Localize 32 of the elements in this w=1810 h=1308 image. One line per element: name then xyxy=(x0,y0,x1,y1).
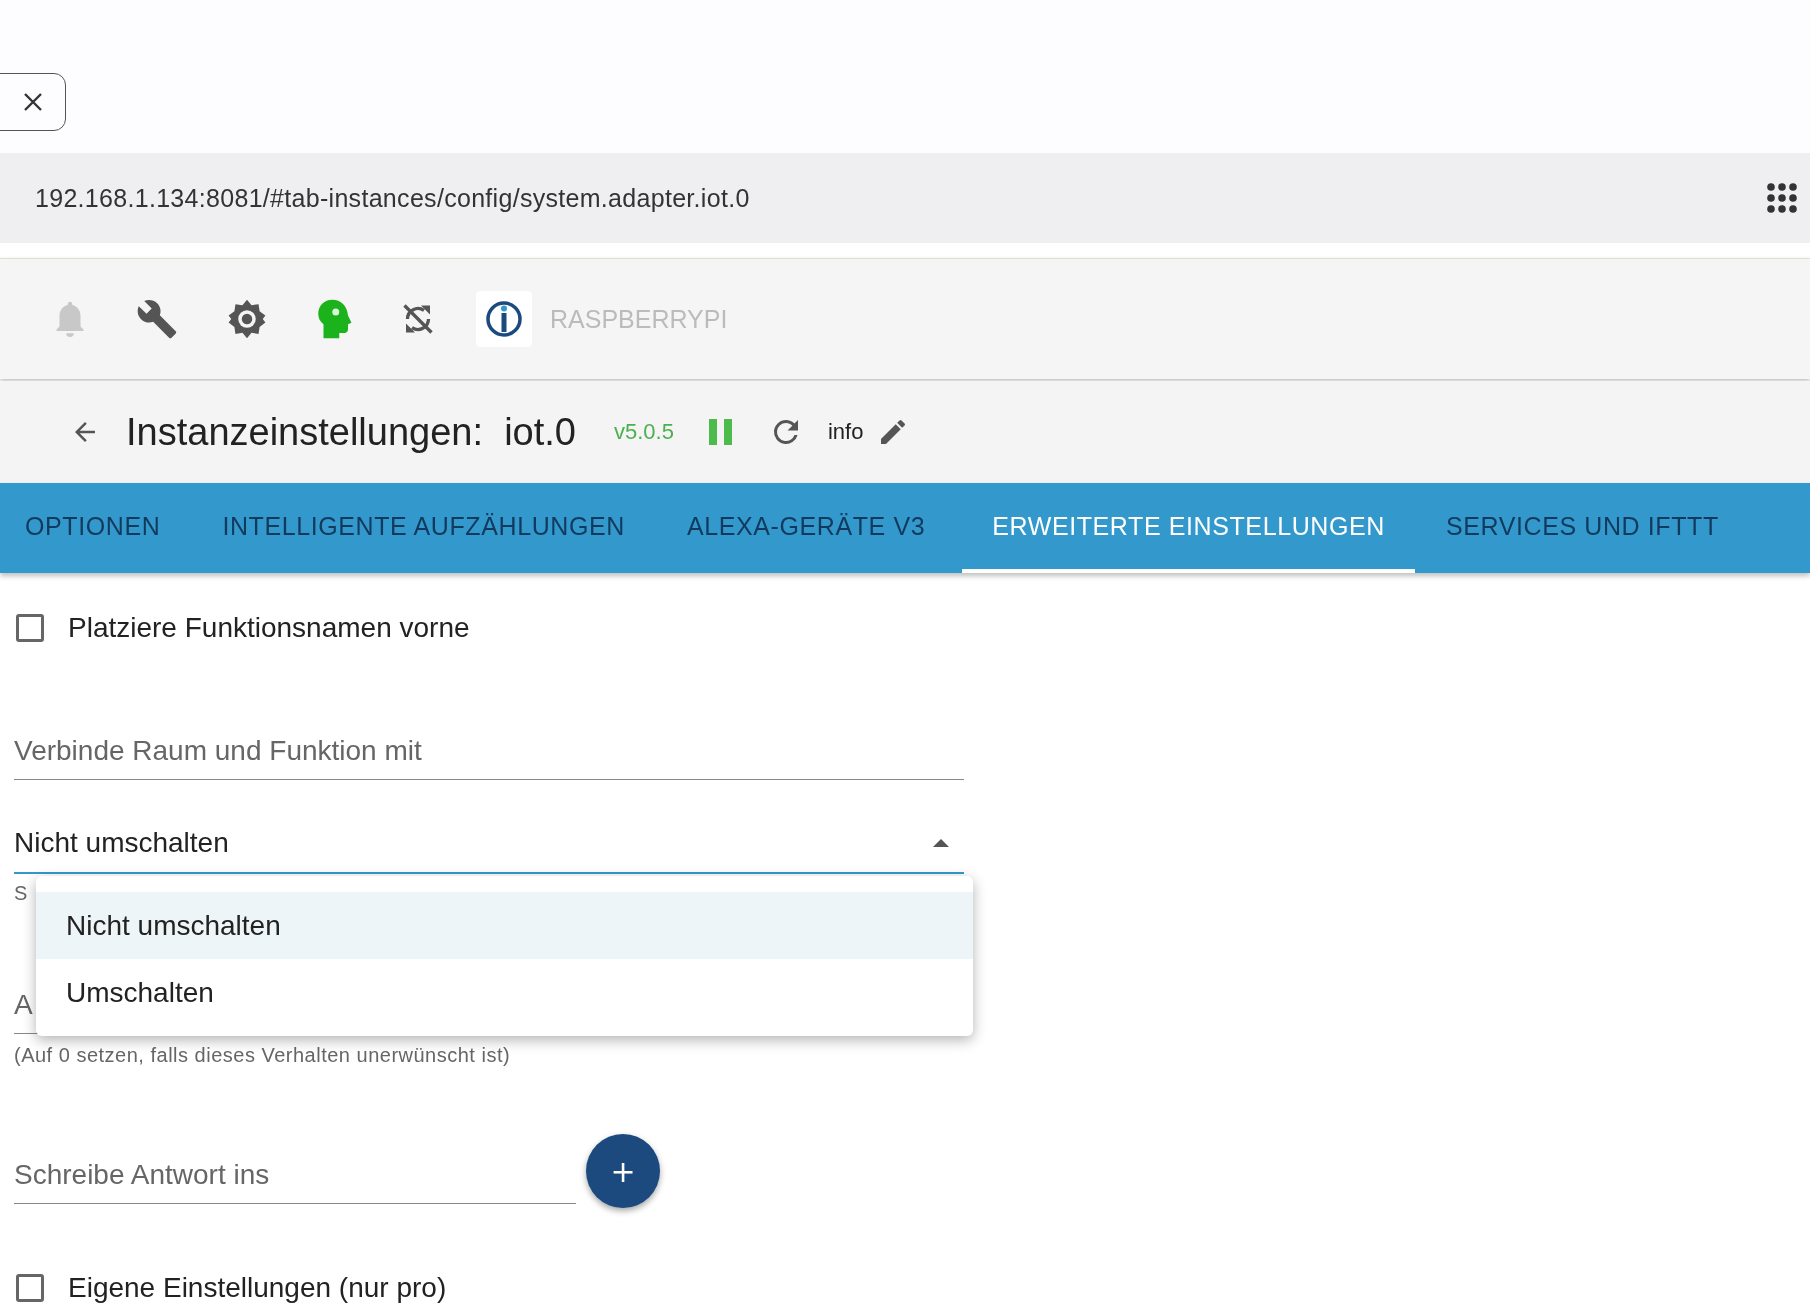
version-label: v5.0.5 xyxy=(614,419,674,445)
tab[interactable]: ERWEITERTE EINSTELLUNGEN xyxy=(962,483,1415,573)
field-label[interactable]: A xyxy=(14,989,33,1021)
field-label: Schreibe Antwort ins xyxy=(14,1159,270,1191)
checkbox[interactable] xyxy=(16,614,44,642)
input-field[interactable]: Schreibe Antwort ins xyxy=(14,1147,576,1204)
helper-text: S xyxy=(14,882,29,906)
apps-grid-icon[interactable] xyxy=(1766,182,1798,214)
url-text: 192.168.1.134:8081/#tab-instances/config/system.adapter.iot.0 xyxy=(35,183,750,213)
wrench-icon[interactable] xyxy=(136,298,178,340)
head-icon[interactable] xyxy=(316,298,352,340)
tab[interactable]: INTELLIGENTE AUFZÄHLUNGEN xyxy=(197,483,656,573)
gear-icon[interactable] xyxy=(226,298,268,340)
checkbox-label: Eigene Einstellungen (nur pro) xyxy=(68,1272,447,1304)
menu-option[interactable]: Nicht umschalten xyxy=(36,892,973,959)
checkbox[interactable] xyxy=(16,1274,44,1302)
select-field[interactable]: Nicht umschalten xyxy=(14,814,964,874)
add-button[interactable]: + xyxy=(586,1134,660,1208)
close-button[interactable] xyxy=(0,72,66,131)
close-icon xyxy=(22,90,44,113)
tab[interactable]: OPTIONEN xyxy=(0,483,192,573)
page-title: Instanzeinstellungen: iot.0 xyxy=(126,410,576,454)
address-bar[interactable]: 192.168.1.134:8081/#tab-instances/config/system.adapter.iot.0 xyxy=(0,153,1810,243)
checkbox-label: Platziere Funktionsnamen vorne xyxy=(68,612,470,644)
tab[interactable]: ALEXA-GERÄTE V3 xyxy=(661,483,957,573)
menu-option[interactable]: Umschalten xyxy=(36,959,973,1026)
host-name: RASPBERRYPI xyxy=(550,304,728,334)
field-label[interactable]: Verbinde Raum und Funktion mit xyxy=(14,735,422,767)
tab[interactable]: SERVICES UND IFTTT xyxy=(1420,483,1750,573)
helper-text: (Auf 0 setzen, falls dieses Verhalten unerwünscht ist) xyxy=(14,1044,512,1068)
logo-icon[interactable] xyxy=(476,291,532,347)
info-link[interactable]: info xyxy=(827,419,864,445)
